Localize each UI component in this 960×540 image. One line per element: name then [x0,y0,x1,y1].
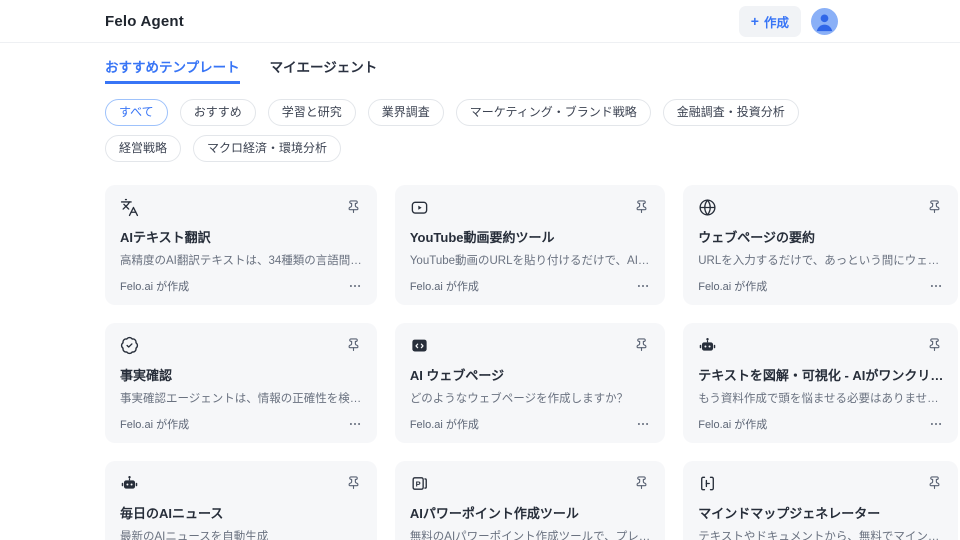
card-description: 事実確認エージェントは、情報の正確性を検… [120,393,362,405]
template-card[interactable]: マインドマップジェネレーター テキストやドキュメントから、無料でマイン… Fel… [683,461,959,540]
card-description: URLを入力するだけで、あっという間にウェ… [698,255,940,267]
card-footer: Felo.ai が作成 [120,416,362,432]
header: Felo Agent + 作成 [0,0,960,43]
card-title: ウェブページの要約 [698,230,815,245]
tab-1[interactable]: マイエージェント [270,56,378,84]
svg-text:P: P [415,479,420,488]
ellipsis-icon[interactable] [348,279,362,293]
card-title: テキストを図解・可視化 - AIがワンクリ… [698,368,944,383]
create-button-label: 作成 [763,15,789,30]
card-description: YouTube動画のURLを貼り付けるだけで、AI… [409,255,650,267]
plus-icon: + [750,13,759,29]
card-footer: Felo.ai が作成 [410,278,650,294]
card-title: AIテキスト翻訳 [120,230,211,245]
filter-chip-6[interactable]: 経営戦略 [105,135,182,162]
template-card[interactable]: YouTube動画要約ツール YouTube動画のURLを貼り付けるだけで、AI… [394,185,666,305]
pin-icon[interactable] [633,198,650,215]
filter-chip-2[interactable]: 学習と研究 [267,99,356,126]
card-title: マインドマップジェネレーター [698,506,881,521]
template-card[interactable]: 毎日のAIニュース 最新のAIニュースを自動生成 Felo.ai が作成 [105,461,377,540]
template-grid: AIテキスト翻訳 高精度のAI翻訳テキストは、34種類の言語間… Felo.ai… [105,185,959,540]
card-description: 高精度のAI翻訳テキストは、34種類の言語間… [120,255,362,267]
card-author: Felo.ai が作成 [409,419,479,431]
globe-icon [698,198,717,217]
card-top [698,336,943,356]
card-description: もう資料作成で頭を悩ませる必要はありませ… [698,393,939,405]
card-top [410,336,650,356]
pin-icon[interactable] [926,198,943,215]
pin-icon[interactable] [926,336,943,353]
ellipsis-icon[interactable] [348,417,362,431]
youtube-icon [410,198,429,217]
card-author: Felo.ai が作成 [698,281,768,293]
translate-icon [120,198,139,217]
filter-chip-0[interactable]: すべて [105,99,168,126]
pin-icon[interactable] [345,336,362,353]
card-title: AI ウェブページ [409,368,505,383]
filter-chip-5[interactable]: 金融調査・投資分析 [662,99,799,126]
filter-chips: すべて おすすめ 学習と研究 業界調査 マーケティング・ブランド戦略 金融調査・投資分析経… [105,99,861,162]
template-card[interactable]: AIテキスト翻訳 高精度のAI翻訳テキストは、34種類の言語間… Felo.ai… [105,185,377,305]
template-card[interactable]: ウェブページの要約 URLを入力するだけで、あっという間にウェ… Felo.ai… [683,185,959,305]
card-description: どのようなウェブページを作成しますか？ [409,393,629,405]
ellipsis-icon[interactable] [929,279,943,293]
template-card[interactable]: テキストを図解・可視化 - AIがワンクリ… もう資料作成で頭を悩ませる必要はあ… [683,323,959,443]
powerpoint-icon: P [410,474,429,493]
pin-icon[interactable] [926,474,943,491]
card-author: Felo.ai が作成 [120,419,190,431]
ellipsis-icon[interactable] [636,279,650,293]
card-description: 無料のAIパワーポイント作成ツールで、プレ… [409,531,651,540]
card-top [410,198,650,218]
card-footer: Felo.ai が作成 [120,278,362,294]
filter-chip-1[interactable]: おすすめ [179,99,256,126]
card-title: AIパワーポイント作成ツール [409,506,579,521]
pin-icon[interactable] [633,336,650,353]
card-author: Felo.ai が作成 [698,419,768,431]
template-card[interactable]: 事実確認 事実確認エージェントは、情報の正確性を検… Felo.ai が作成 [105,323,377,443]
card-author: Felo.ai が作成 [409,281,479,293]
card-title: 事実確認 [120,368,173,383]
avatar[interactable] [811,7,838,35]
pin-icon[interactable] [345,474,362,491]
card-title: YouTube動画要約ツール [409,230,555,245]
create-button[interactable]: + 作成 [738,5,801,37]
tab-bar: おすすめテンプレート マイエージェント [105,56,960,84]
template-card[interactable]: AI ウェブページ どのようなウェブページを作成しますか？ Felo.ai が作… [394,323,666,443]
card-top [120,336,362,356]
code-window-icon [410,336,429,355]
filter-chip-3[interactable]: 業界調査 [367,99,444,126]
pin-icon[interactable] [633,474,650,491]
card-top [698,474,943,494]
ellipsis-icon[interactable] [636,417,650,431]
badge-check-icon [120,336,139,355]
user-icon [811,8,838,35]
card-description: テキストやドキュメントから、無料でマイン… [698,531,940,540]
card-top [120,198,362,218]
card-description: 最新のAIニュースを自動生成 [120,531,269,540]
card-title: 毎日のAIニュース [120,506,224,521]
filter-chip-4[interactable]: マーケティング・ブランド戦略 [455,99,651,126]
filter-chip-7[interactable]: マクロ経済・環境分析 [193,135,342,162]
card-author: Felo.ai が作成 [120,281,190,293]
pin-icon[interactable] [345,198,362,215]
card-footer: Felo.ai が作成 [698,278,943,294]
card-top [120,474,362,494]
card-top [698,198,943,218]
mindmap-icon [698,474,717,493]
page-title: Felo Agent [105,12,184,30]
header-actions: + 作成 [738,5,838,37]
ellipsis-icon[interactable] [929,417,943,431]
robot-icon [120,474,139,493]
card-footer: Felo.ai が作成 [698,416,943,432]
card-footer: Felo.ai が作成 [410,416,650,432]
card-top: P [410,474,650,494]
tab-0[interactable]: おすすめテンプレート [105,56,240,84]
template-card[interactable]: P AIパワーポイント作成ツール 無料のAIパワーポイント作成ツールで、プレ… … [394,461,666,540]
robot-icon [698,336,717,355]
